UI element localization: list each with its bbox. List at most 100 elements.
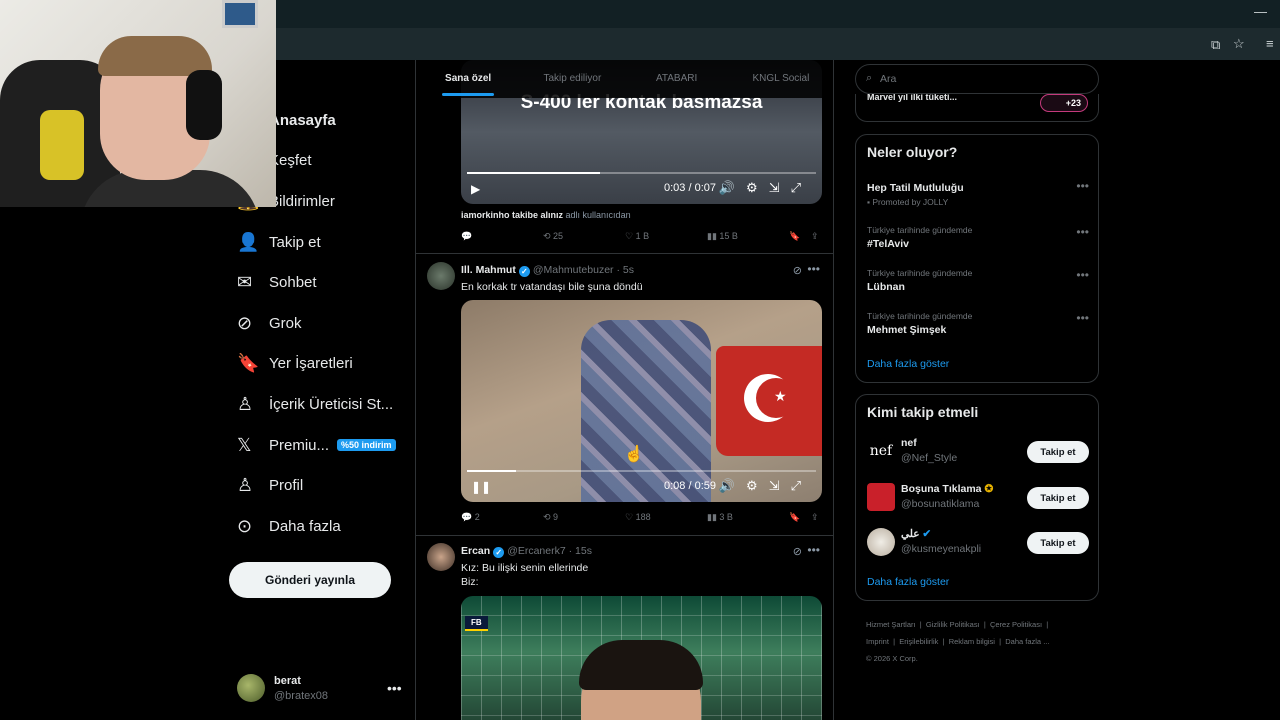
follow-suggestion[interactable]: علي ✔ @kusmeyenakpli Takip et bbox=[867, 526, 1089, 560]
sidebar-item-yer-i-aretleri[interactable]: 🔖 Yer İşaretleri bbox=[229, 344, 409, 385]
trend-item[interactable]: Türkiye tarihinde gündemde Mehmet Şimşek… bbox=[867, 311, 1089, 336]
menu-icon[interactable]: ≡ bbox=[1266, 36, 1274, 51]
sidebar-item-sohbet[interactable]: ✉ Sohbet bbox=[229, 262, 409, 303]
post-button[interactable]: Gönderi yayınla bbox=[229, 562, 391, 598]
show-more-trends-link[interactable]: Daha fazla göster bbox=[867, 358, 949, 370]
author-handle[interactable]: @Ercanerk7 · 15s bbox=[507, 545, 592, 557]
follow-button[interactable]: Takip et bbox=[1027, 441, 1089, 463]
avatar bbox=[867, 528, 895, 556]
reply-button[interactable]: 💬 2 bbox=[461, 512, 480, 523]
bookmark-icon[interactable]: 🔖 bbox=[789, 512, 800, 523]
more-icon[interactable]: ••• bbox=[387, 680, 402, 696]
pause-icon[interactable]: ❚❚ bbox=[471, 480, 491, 494]
avatar[interactable] bbox=[427, 262, 455, 290]
more-icon[interactable]: ••• bbox=[807, 262, 820, 276]
account-switcher[interactable]: berat @bratex08 ••• bbox=[237, 672, 407, 708]
author-handle[interactable]: @Mahmutebuzer · 5s bbox=[533, 264, 634, 276]
more-circle-icon: ⊙ bbox=[237, 515, 253, 536]
play-icon[interactable]: ▶ bbox=[471, 182, 480, 196]
tab-for-you[interactable]: Sana özel bbox=[416, 60, 520, 98]
author-name[interactable]: Ercan bbox=[461, 545, 490, 557]
footer-link[interactable]: Imprint bbox=[866, 637, 889, 646]
repost-count: 9 bbox=[553, 512, 559, 522]
video-progress[interactable] bbox=[467, 172, 816, 174]
more-icon[interactable]: ••• bbox=[1076, 179, 1089, 193]
more-icon[interactable]: ••• bbox=[1076, 268, 1089, 282]
disclaimer-user[interactable]: iamorkinho takibe alınız bbox=[461, 210, 563, 220]
footer-link[interactable]: Reklam bilgisi bbox=[949, 637, 995, 646]
video-player[interactable]: ★ ❚❚ 0:08 / 0:59 🔊⚙⇲⤢ bbox=[461, 300, 822, 502]
video-tool-icons[interactable]: 🔊⚙⇲⤢ bbox=[719, 180, 812, 196]
repost-button[interactable]: ⟲ 25 bbox=[543, 231, 563, 242]
avatar[interactable] bbox=[427, 543, 455, 571]
footer-link[interactable]: Daha fazla ... bbox=[1005, 637, 1049, 646]
star-icon[interactable]: ☆ bbox=[1233, 36, 1245, 52]
trend-item[interactable]: Türkiye tarihinde gündemde Lübnan ••• bbox=[867, 268, 1089, 293]
trend-context: Türkiye tarihinde gündemde bbox=[867, 311, 973, 321]
sidebar-item-grok[interactable]: ⊘ Grok bbox=[229, 303, 409, 344]
share-icon[interactable]: ⇪ bbox=[811, 231, 819, 242]
author-name[interactable]: Ill. Mahmut bbox=[461, 264, 516, 276]
repost-button[interactable]: ⟲ 9 bbox=[543, 512, 558, 523]
follow-button[interactable]: Takip et bbox=[1027, 487, 1089, 509]
share-icon[interactable]: ⇪ bbox=[811, 512, 819, 523]
promoted-text: Promoted by JOLLY bbox=[872, 197, 949, 207]
tab-kngl-social[interactable]: KNGL Social bbox=[729, 60, 833, 98]
video-player[interactable]: FB bbox=[461, 596, 822, 720]
live-avatars-badge[interactable]: +23 bbox=[1040, 94, 1088, 112]
search-input[interactable]: ⌕ Ara bbox=[855, 64, 1099, 94]
sidebar-item-label: Sohbet bbox=[269, 274, 317, 292]
profile-icon: ♙ bbox=[237, 475, 254, 496]
live-item[interactable]: Marvel yıl ilki tüketi... +23 bbox=[855, 94, 1099, 122]
avatar bbox=[237, 674, 265, 702]
post-actions: 💬 2 ⟲ 9 ♡ 188 ▮▮ 3 B 🔖 ⇪ bbox=[461, 512, 822, 528]
tab-following[interactable]: Takip ediliyor bbox=[520, 60, 624, 98]
footer-link[interactable]: Hizmet Şartları bbox=[866, 620, 916, 629]
trend-item[interactable]: Türkiye tarihinde gündemde #TelAviv ••• bbox=[867, 225, 1089, 250]
video-controls: ❚❚ 0:08 / 0:59 🔊⚙⇲⤢ bbox=[461, 466, 822, 502]
tab-atabari[interactable]: ATABARI bbox=[625, 60, 729, 98]
follow-suggestion[interactable]: Boşuna Tıklama ✪ @bosunatiklama Takip et bbox=[867, 481, 1089, 515]
like-button[interactable]: ♡ 1 B bbox=[625, 231, 649, 242]
reply-icon[interactable]: 💬 bbox=[461, 231, 472, 242]
headphones bbox=[186, 70, 222, 140]
more-icon[interactable]: ••• bbox=[1076, 225, 1089, 239]
follow-handle: @Nef_Style bbox=[901, 452, 958, 464]
reply-count: 2 bbox=[474, 512, 480, 522]
grok-icon[interactable]: ⊘ bbox=[793, 264, 802, 277]
sidebar-item-i-erik-reticisi-st[interactable]: ♙ İçerik Üreticisi St... bbox=[229, 384, 409, 425]
footer-link[interactable]: Erişilebilirlik bbox=[899, 637, 938, 646]
sidebar-item-premiu[interactable]: 𝕏 Premiu... %50 indirim bbox=[229, 425, 409, 466]
follow-title: Kimi takip etmeli bbox=[867, 404, 979, 420]
sidebar-item-profil[interactable]: ♙ Profil bbox=[229, 465, 409, 506]
video-progress[interactable] bbox=[467, 470, 816, 472]
sidebar-item-takip-et[interactable]: 👤 Takip et bbox=[229, 222, 409, 263]
user-name: berat bbox=[274, 675, 301, 687]
follow-suggestion[interactable]: nef nef @Nef_Style Takip et bbox=[867, 435, 1089, 469]
address-bar[interactable] bbox=[276, 32, 1280, 58]
follow-name: nef bbox=[901, 437, 917, 449]
like-button[interactable]: ♡ 188 bbox=[625, 512, 651, 523]
follow-button[interactable]: Takip et bbox=[1027, 532, 1089, 554]
divider bbox=[416, 253, 833, 254]
install-icon[interactable]: ⧉ bbox=[1211, 37, 1220, 53]
bookmark-icon: 🔖 bbox=[237, 353, 260, 374]
views-button[interactable]: ▮▮ 15 B bbox=[707, 231, 738, 242]
sidebar-item-daha-fazla[interactable]: ⊙ Daha fazla bbox=[229, 506, 409, 547]
grok-icon[interactable]: ⊘ bbox=[793, 545, 802, 558]
bookmark-icon[interactable]: 🔖 bbox=[789, 231, 800, 242]
creator-studio-icon: ♙ bbox=[237, 393, 254, 414]
minimize-icon[interactable]: — bbox=[1254, 4, 1267, 19]
more-icon[interactable]: ••• bbox=[807, 543, 820, 557]
disclaimer-text: adlı kullanıcıdan bbox=[563, 210, 631, 220]
repost-count: 25 bbox=[553, 231, 564, 241]
show-more-follows-link[interactable]: Daha fazla göster bbox=[867, 576, 949, 588]
more-icon[interactable]: ••• bbox=[1076, 311, 1089, 325]
search-placeholder: Ara bbox=[880, 73, 897, 85]
views-button[interactable]: ▮▮ 3 B bbox=[707, 512, 733, 523]
footer-link[interactable]: Gizlilik Politikası bbox=[926, 620, 980, 629]
video-tool-icons[interactable]: 🔊⚙⇲⤢ bbox=[719, 478, 812, 494]
footer-link[interactable]: Çerez Politikası bbox=[990, 620, 1042, 629]
post-actions: 💬 ⟲ 25 ♡ 1 B ▮▮ 15 B 🔖 ⇪ bbox=[461, 231, 822, 247]
trend-item[interactable]: Hep Tatil Mutluluğu ▪ Promoted by JOLLY … bbox=[867, 179, 1089, 207]
